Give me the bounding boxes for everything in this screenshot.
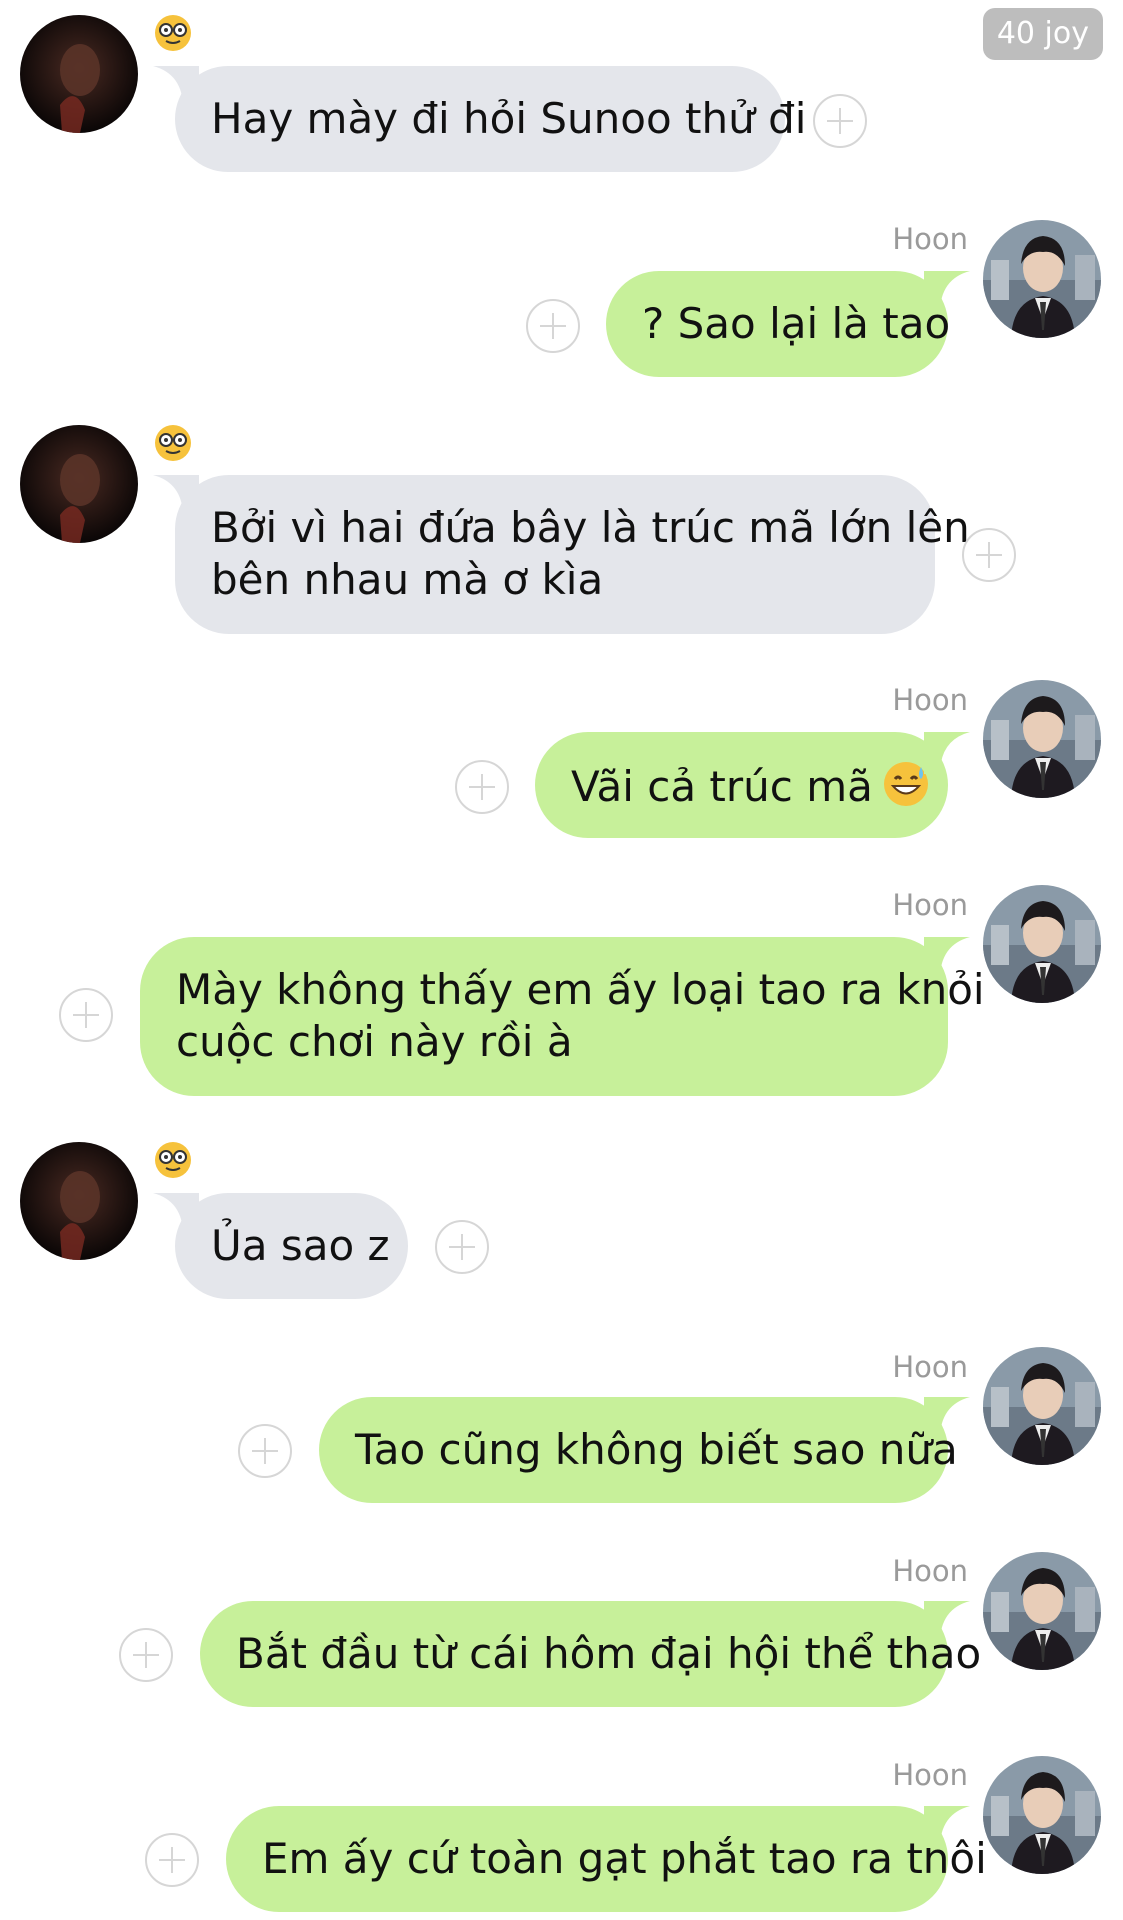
message-text-line: Mày không thấy em ấy loại tao ra khỏi — [176, 965, 985, 1014]
reaction-count-badge: 40 joy — [982, 8, 1103, 60]
message-bubble[interactable]: ? Sao lại là tao — [606, 271, 970, 377]
sender-name: Hoon — [892, 1758, 968, 1792]
sender-name: Hoon — [892, 222, 968, 256]
message-text: ? Sao lại là tao — [642, 299, 951, 348]
message-bubble[interactable]: Hay mày đi hỏi Sunoo thử đi — [153, 66, 807, 172]
message-text: Hay mày đi hỏi Sunoo thử đi — [211, 94, 807, 143]
bubble-tail — [153, 1193, 199, 1235]
sender-name: Hoon — [892, 888, 968, 922]
avatar[interactable] — [20, 1142, 138, 1260]
avatar[interactable] — [983, 1347, 1101, 1465]
add-reaction-icon[interactable] — [145, 1833, 199, 1887]
message-text: Tao cũng không biết sao nữa — [355, 1425, 958, 1474]
add-reaction-icon[interactable] — [238, 1424, 292, 1478]
sender-name: Hoon — [892, 683, 968, 717]
add-reaction-icon[interactable] — [526, 299, 580, 353]
avatar[interactable] — [20, 15, 138, 133]
bubble-tail — [153, 66, 199, 108]
message-bubble[interactable]: Mày không thấy em ấy loại tao ra khỏi cu… — [140, 937, 985, 1096]
message-bubble[interactable]: Bởi vì hai đứa bây là trúc mã lớn lên bê… — [153, 475, 970, 634]
bubble-tail — [924, 732, 970, 774]
add-reaction-icon[interactable] — [455, 760, 509, 814]
add-reaction-icon[interactable] — [962, 528, 1016, 582]
bubble-tail — [924, 1601, 970, 1643]
message-text: Vãi cả trúc mã — [571, 759, 928, 813]
bubble-tail — [924, 1397, 970, 1439]
sender-name: Hoon — [892, 1554, 968, 1588]
bubble-tail — [924, 937, 970, 979]
message-bubble[interactable]: Tao cũng không biết sao nữa — [319, 1397, 970, 1503]
add-reaction-icon[interactable] — [59, 988, 113, 1042]
nerd-face-emoji — [155, 1142, 191, 1178]
add-reaction-icon[interactable] — [119, 1628, 173, 1682]
sender-name: Hoon — [892, 1350, 968, 1384]
message-text-line: bên nhau mà ơ kìa — [211, 555, 604, 604]
message-text: Em ấy cứ toàn gạt phắt tao ra thôi — [262, 1834, 987, 1883]
avatar[interactable] — [983, 680, 1101, 798]
nerd-face-emoji — [155, 15, 191, 51]
avatar[interactable] — [983, 885, 1101, 1003]
message-text: Bắt đầu từ cái hôm đại hội thể thao — [236, 1629, 982, 1678]
bubble-tail — [924, 1806, 970, 1848]
message-text: Ủa sao z — [211, 1221, 390, 1270]
avatar[interactable] — [983, 1756, 1101, 1874]
message-bubble[interactable]: Em ấy cứ toàn gạt phắt tao ra thôi — [226, 1806, 987, 1912]
message-bubble[interactable]: Vãi cả trúc mã — [535, 732, 970, 838]
avatar[interactable] — [983, 220, 1101, 338]
nerd-face-emoji — [155, 425, 191, 461]
avatar[interactable] — [983, 1552, 1101, 1670]
add-reaction-icon[interactable] — [813, 94, 867, 148]
bubble-tail — [153, 475, 199, 517]
bubble-tail — [924, 271, 970, 313]
avatar[interactable] — [20, 425, 138, 543]
message-text-line: Bởi vì hai đứa bây là trúc mã lớn lên — [211, 503, 970, 552]
message-bubble[interactable]: Ủa sao z — [153, 1193, 408, 1299]
message-bubble[interactable]: Bắt đầu từ cái hôm đại hội thể thao — [200, 1601, 982, 1707]
add-reaction-icon[interactable] — [435, 1220, 489, 1274]
message-text-line: cuộc chơi này rồi à — [176, 1017, 573, 1066]
